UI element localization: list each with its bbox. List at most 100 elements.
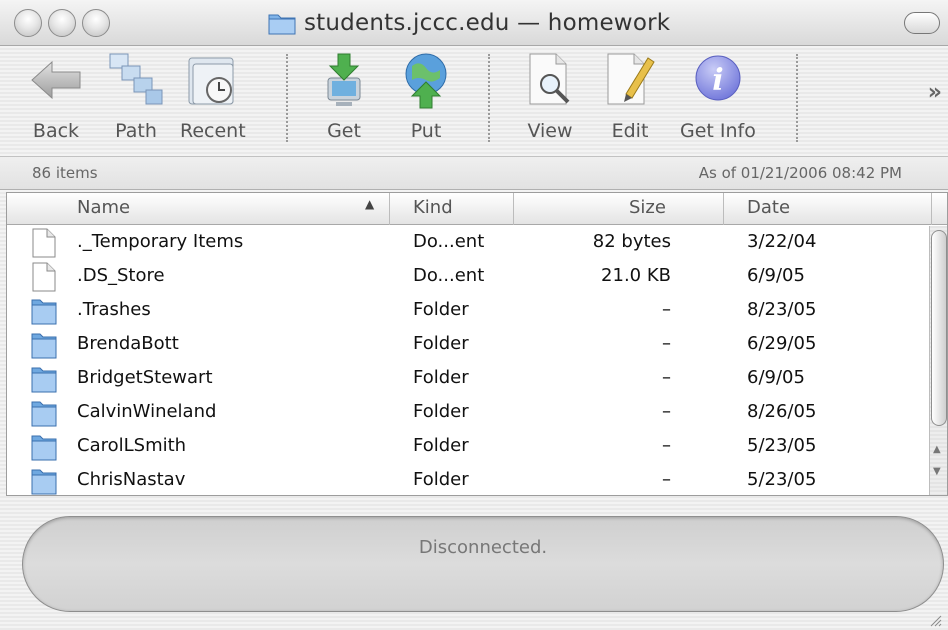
file-size: – [662,367,671,388]
download-computer-icon [314,50,374,110]
edit-label: Edit [611,120,649,142]
close-window-button[interactable] [14,9,42,37]
table-row[interactable]: CarolLSmith Folder – 5/23/05 [7,430,931,464]
path-folders-icon [106,50,166,110]
folder-icon [31,296,57,326]
file-size: 82 bytes [592,231,671,252]
as-of-timestamp: As of 01/21/2006 08:42 PM [698,164,902,182]
path-button[interactable]: Path [106,50,166,142]
folder-icon [268,11,296,35]
file-date: 6/9/05 [747,367,805,388]
folder-icon [31,364,57,394]
folder-icon [31,432,57,462]
toolbar-separator [286,54,288,142]
path-label: Path [115,120,157,142]
view-button[interactable]: View [520,50,580,142]
vertical-scrollbar[interactable]: ▲ ▼ [929,226,947,495]
file-kind: Folder [413,333,469,354]
file-date: 5/23/05 [747,469,817,490]
file-size: 21.0 KB [601,265,671,286]
connection-status-text: Disconnected. [418,537,548,558]
info-icon: i [688,50,748,110]
file-kind: Do...ent [413,265,485,286]
toolbar-toggle-button[interactable] [904,12,940,34]
list-header: Name ▲ Kind Size Date [7,193,947,225]
table-row[interactable]: ChrisNastav Folder – 5/23/05 [7,464,931,495]
file-name: BrendaBott [77,333,179,354]
upload-globe-icon [396,50,456,110]
column-divider[interactable] [513,193,514,225]
column-divider[interactable] [389,193,390,225]
recent-label: Recent [180,120,246,142]
file-kind: Do...ent [413,231,485,252]
put-label: Put [410,120,442,142]
file-size: – [662,333,671,354]
file-date: 3/22/04 [747,231,817,252]
column-header-name[interactable]: Name [77,197,130,218]
table-row[interactable]: CalvinWineland Folder – 8/26/05 [7,396,931,430]
file-date: 8/23/05 [747,299,817,320]
get-info-button[interactable]: i Get Info [680,50,756,142]
file-size: – [662,299,671,320]
toolbar-separator [488,54,490,142]
title-bar: students.jccc.edu — homework [0,0,948,46]
file-kind: Folder [413,401,469,422]
file-date: 5/23/05 [747,435,817,456]
file-kind: Folder [413,435,469,456]
item-count: 86 items [32,164,98,182]
toolbar-overflow-chevron-icon[interactable]: » [928,80,942,105]
table-row[interactable]: BridgetStewart Folder – 6/9/05 [7,362,931,396]
window-title: students.jccc.edu — homework [304,10,671,36]
file-kind: Folder [413,367,469,388]
get-label: Get [327,120,361,142]
minimize-window-button[interactable] [48,9,76,37]
table-row[interactable]: .DS_Store Do...ent 21.0 KB 6/9/05 [7,260,931,294]
table-row[interactable]: ._Temporary Items Do...ent 82 bytes 3/22… [7,226,931,260]
file-date: 6/9/05 [747,265,805,286]
folder-icon [31,330,57,360]
file-name: ._Temporary Items [77,231,244,252]
get-info-label: Get Info [680,120,756,142]
column-header-date[interactable]: Date [747,197,790,218]
folder-icon [31,466,57,495]
toolbar-separator [796,54,798,142]
zoom-window-button[interactable] [82,9,110,37]
back-label: Back [32,120,80,142]
file-kind: Folder [413,299,469,320]
connection-status-panel: Disconnected. [22,516,944,612]
document-icon [31,228,57,258]
back-arrow-icon [26,50,86,110]
pencil-document-icon [600,50,660,110]
file-date: 8/26/05 [747,401,817,422]
recent-folder-clock-icon [183,50,243,110]
document-icon [31,262,57,292]
file-list: Name ▲ Kind Size Date ._Temporary Items … [6,192,948,496]
back-button[interactable]: Back [26,50,86,142]
recent-button[interactable]: Recent [180,50,246,142]
column-divider[interactable] [723,193,724,225]
scroll-up-arrow-icon[interactable]: ▲ [933,444,941,455]
scrollbar-thumb[interactable] [931,230,947,426]
file-date: 6/29/05 [747,333,817,354]
file-name: CalvinWineland [77,401,217,422]
column-header-kind[interactable]: Kind [413,197,453,218]
file-size: – [662,401,671,422]
view-label: View [527,120,573,142]
toolbar: Back Path Recent Get Put View Edit i Get… [0,46,948,154]
scroll-down-arrow-icon[interactable]: ▼ [933,466,941,477]
file-kind: Folder [413,469,469,490]
get-button[interactable]: Get [314,50,374,142]
edit-button[interactable]: Edit [600,50,660,142]
magnifier-document-icon [520,50,580,110]
file-size: – [662,469,671,490]
column-divider [931,193,932,225]
column-header-size[interactable]: Size [629,197,666,218]
ftp-window: students.jccc.edu — homework Back Path R… [0,0,948,630]
file-name: ChrisNastav [77,469,186,490]
table-row[interactable]: BrendaBott Folder – 6/29/05 [7,328,931,362]
put-button[interactable]: Put [396,50,456,142]
svg-text:i: i [712,63,723,98]
file-name: BridgetStewart [77,367,213,388]
table-row[interactable]: .Trashes Folder – 8/23/05 [7,294,931,328]
resize-grip-icon[interactable] [928,612,942,627]
